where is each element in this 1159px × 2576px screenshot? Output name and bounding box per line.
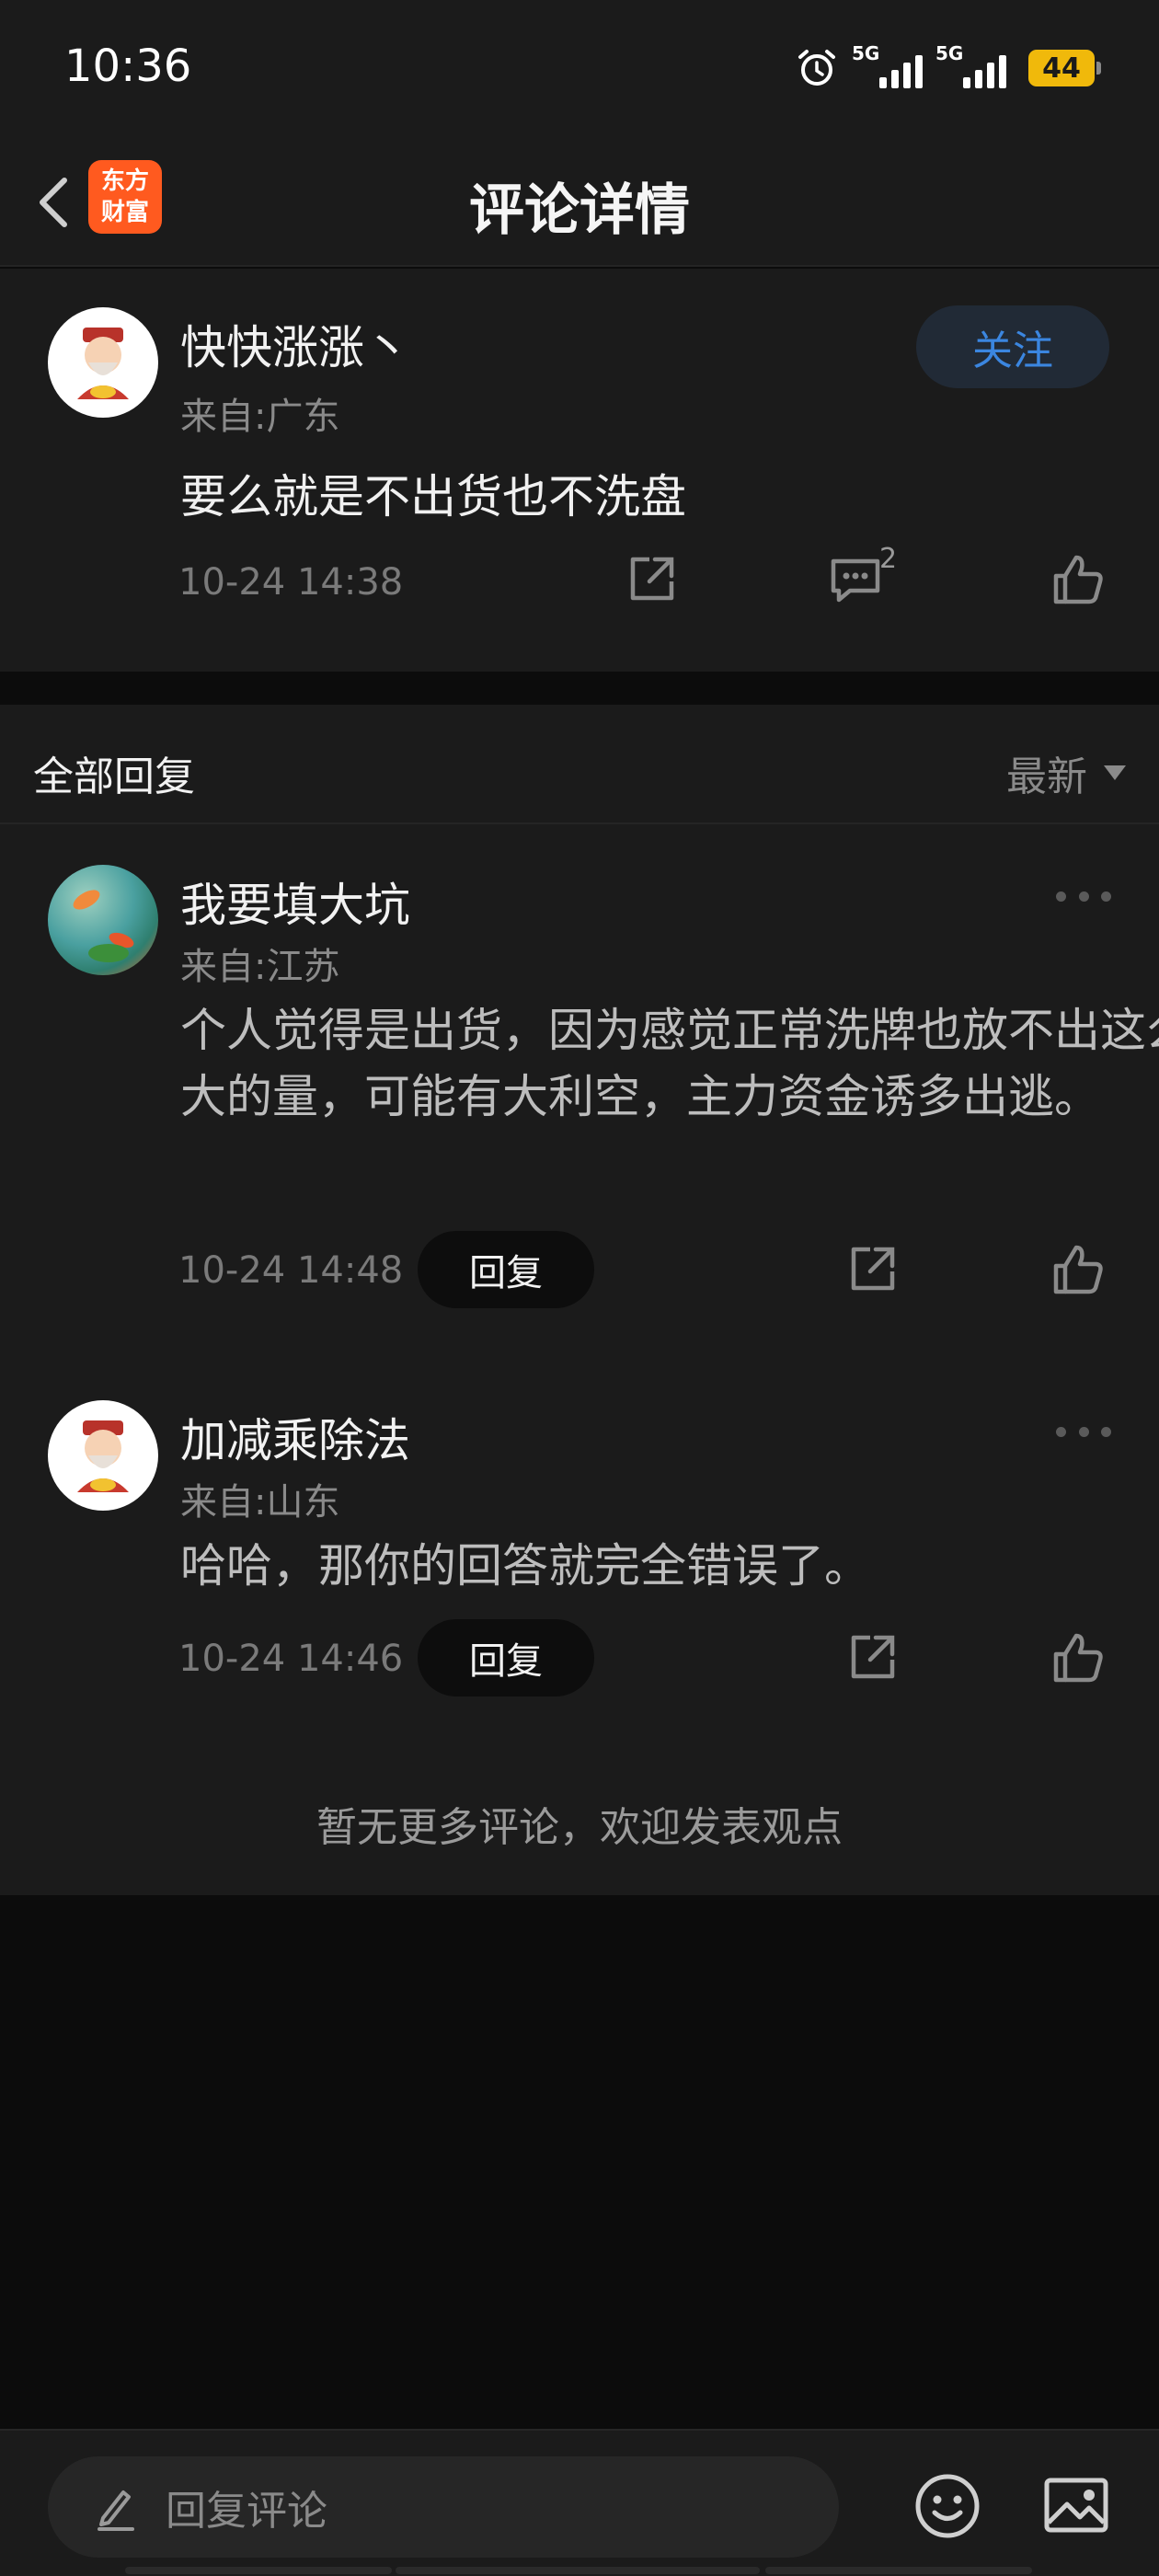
avatar[interactable] [48, 307, 158, 418]
sort-dropdown[interactable]: 最新 [1006, 743, 1126, 802]
fortune-god-avatar-icon [77, 328, 129, 399]
like-button[interactable] [1049, 550, 1107, 609]
home-indicator [765, 2567, 1032, 2574]
reply-time: 10-24 14:48 [178, 1249, 404, 1292]
replies-section: 全部回复 最新 我要填大坑 来自:江苏 个人觉得是出货，因为感觉正常洗牌也放不出… [0, 705, 1159, 1895]
share-button[interactable] [622, 550, 681, 609]
more-dot-icon [1056, 891, 1066, 902]
like-button[interactable] [1049, 1240, 1107, 1299]
follow-button[interactable]: 关注 [916, 305, 1109, 388]
image-button[interactable] [1041, 2473, 1111, 2537]
reply-username[interactable]: 加减乘除法 [180, 1404, 410, 1470]
replies-title: 全部回复 [33, 753, 195, 800]
network-type-1: 5G [852, 42, 880, 64]
pencil-icon [98, 2490, 134, 2531]
alarm-clock-icon [798, 50, 835, 86]
main-comment-location: 来自:广东 [180, 396, 340, 438]
emoji-button[interactable] [912, 2471, 982, 2541]
main-comment-time: 10-24 14:38 [178, 561, 404, 604]
image-icon [1044, 2478, 1108, 2533]
share-icon [851, 1247, 895, 1291]
reply-location: 来自:江苏 [180, 946, 340, 988]
more-dot-icon [1078, 891, 1089, 902]
share-button[interactable] [843, 1240, 901, 1299]
reply-text: 个人觉得是出货，因为感觉正常洗牌也放不出这么大的量，可能有大利空，主力资金诱多出… [180, 1004, 1159, 1123]
reply-button[interactable]: 回复 [418, 1619, 594, 1696]
comment-button[interactable] [826, 550, 885, 609]
replies-header: 全部回复 最新 [0, 705, 1159, 824]
bottom-bar: 回复评论 [0, 2429, 1159, 2576]
header: 东方 财富 评论详情 [0, 138, 1159, 267]
no-more-comments: 暂无更多评论，欢迎发表观点 [316, 1804, 843, 1851]
main-comment-text: 要么就是不出货也不洗盘 [180, 470, 686, 523]
thumbs-up-icon [1053, 1633, 1103, 1683]
home-indicator [125, 2567, 392, 2574]
signal-strength-2: 5G [935, 42, 1006, 88]
more-options-button[interactable] [1056, 1422, 1111, 1441]
caret-down-icon [1104, 765, 1126, 780]
status-time: 10:36 [64, 40, 192, 92]
thumbs-up-icon [1053, 1245, 1103, 1294]
section-divider [0, 672, 1159, 705]
more-dot-icon [1101, 891, 1111, 902]
share-icon [630, 557, 674, 601]
more-dot-icon [1078, 1426, 1089, 1437]
status-bar: 10:36 5G 5G 44 [0, 0, 1159, 138]
sort-label: 最新 [1006, 753, 1087, 800]
emoji-smile-icon [915, 2474, 980, 2538]
reply-input[interactable]: 回复评论 [48, 2456, 839, 2558]
more-options-button[interactable] [1056, 887, 1111, 905]
more-dot-icon [1101, 1426, 1111, 1437]
share-button[interactable] [843, 1628, 901, 1687]
home-indicator [396, 2567, 760, 2574]
reply-text: 哈哈，那你的回答就完全错误了。 [180, 1539, 870, 1593]
network-type-2: 5G [935, 42, 964, 64]
signal-strength-1: 5G [852, 42, 923, 88]
share-icon [851, 1635, 895, 1679]
main-comment: 快快涨涨丶 来自:广东 关注 要么就是不出货也不洗盘 10-24 14:38 2 [0, 269, 1159, 672]
battery-indicator: 44 [1028, 50, 1101, 86]
more-dot-icon [1056, 1426, 1066, 1437]
thumbs-up-icon [1053, 555, 1103, 604]
reply-button[interactable]: 回复 [418, 1231, 594, 1308]
avatar[interactable] [48, 1400, 158, 1511]
status-icons: 5G 5G 44 [795, 40, 1101, 96]
avatar[interactable] [48, 865, 158, 975]
reply-count: 2 [879, 543, 898, 575]
reply-username[interactable]: 我要填大坑 [180, 868, 410, 935]
reply-location: 来自:山东 [180, 1481, 340, 1524]
comment-icon [831, 558, 880, 603]
like-button[interactable] [1049, 1628, 1107, 1687]
reply-input-placeholder: 回复评论 [166, 2488, 327, 2535]
reply-time: 10-24 14:46 [178, 1638, 404, 1680]
main-comment-username[interactable]: 快快涨涨丶 [180, 311, 410, 377]
koi-fish-avatar-icon [73, 890, 134, 962]
fortune-god-avatar-icon [77, 1420, 129, 1492]
page-title: 评论详情 [469, 178, 690, 243]
